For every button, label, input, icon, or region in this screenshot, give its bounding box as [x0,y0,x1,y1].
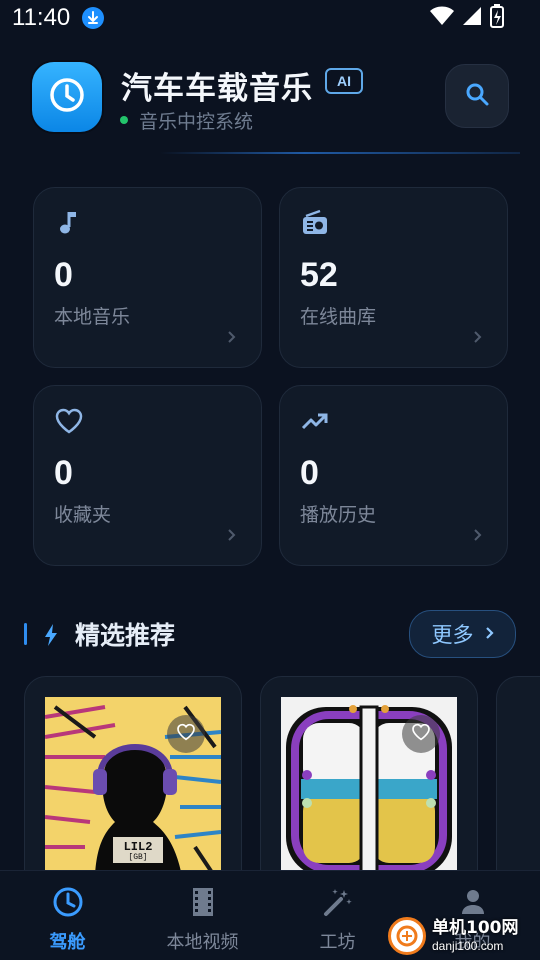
signal-icon [462,6,482,30]
battery-icon [490,4,504,32]
chevron-right-icon [471,329,483,343]
status-icons [430,4,504,32]
stat-value: 0 [54,256,73,294]
stat-label: 收藏夹 [54,504,112,526]
stat-label: 本地音乐 [54,306,131,328]
nav-label: 工坊 [319,932,356,953]
chevron-right-icon [484,625,494,644]
nav-item-workshop[interactable]: 工坊 [270,871,405,960]
album-cover-text: LIL2 [123,840,153,854]
heart-icon [411,722,431,746]
stat-value: 52 [300,256,338,294]
app-subtitle: 音乐中控系统 [139,111,254,133]
watermark-title: 单机100网 [432,918,519,938]
search-icon [464,81,490,111]
nav-item-local-video[interactable]: 本地视频 [135,871,270,960]
clock-icon [47,75,87,119]
magic-wand-icon [321,885,355,919]
section-accent-bar [24,623,27,645]
stat-card-online-library[interactable]: 52 在线曲库 [279,187,508,368]
clock-icon [51,885,85,919]
app-title: 汽车车载音乐 [121,71,313,107]
nav-label: 驾舱 [49,932,86,953]
stat-card-play-history[interactable]: 0 播放历史 [279,385,508,566]
nav-item-cockpit[interactable]: 驾舱 [0,871,135,960]
header-divider [160,152,520,154]
watermark-logo [388,917,426,955]
heart-icon [54,406,84,436]
favorite-button[interactable] [402,715,440,753]
stat-label: 播放历史 [300,504,377,526]
search-button[interactable] [445,64,509,128]
film-icon [186,885,220,919]
favorite-button[interactable] [167,715,205,753]
section-title-featured: 精选推荐 [75,621,176,650]
watermark: 单机100网 danji100.com [388,914,538,958]
stat-card-local-music[interactable]: 0 本地音乐 [33,187,262,368]
stat-card-favorites[interactable]: 0 收藏夹 [33,385,262,566]
watermark-url: danji100.com [432,939,504,953]
lightning-icon [42,623,60,647]
stat-label: 在线曲库 [300,306,377,328]
more-button[interactable]: 更多 [409,610,516,658]
music-note-icon [54,208,84,238]
radio-icon [300,208,330,238]
trending-up-icon [300,406,330,436]
download-icon [82,7,104,29]
online-status-dot [120,116,128,124]
ai-badge: AI [325,68,363,94]
chevron-right-icon [471,527,483,541]
status-time: 11:40 [12,4,71,31]
chevron-right-icon [225,329,237,343]
stat-value: 0 [54,454,73,492]
album-cover-subtext: [GB] [128,853,148,862]
app-logo [32,62,102,132]
status-bar: 11:40 [0,0,540,36]
chevron-right-icon [225,527,237,541]
more-label: 更多 [431,623,474,647]
nav-label: 本地视频 [166,932,239,953]
heart-icon [176,722,196,746]
stat-value: 0 [300,454,319,492]
wifi-icon [430,6,454,30]
